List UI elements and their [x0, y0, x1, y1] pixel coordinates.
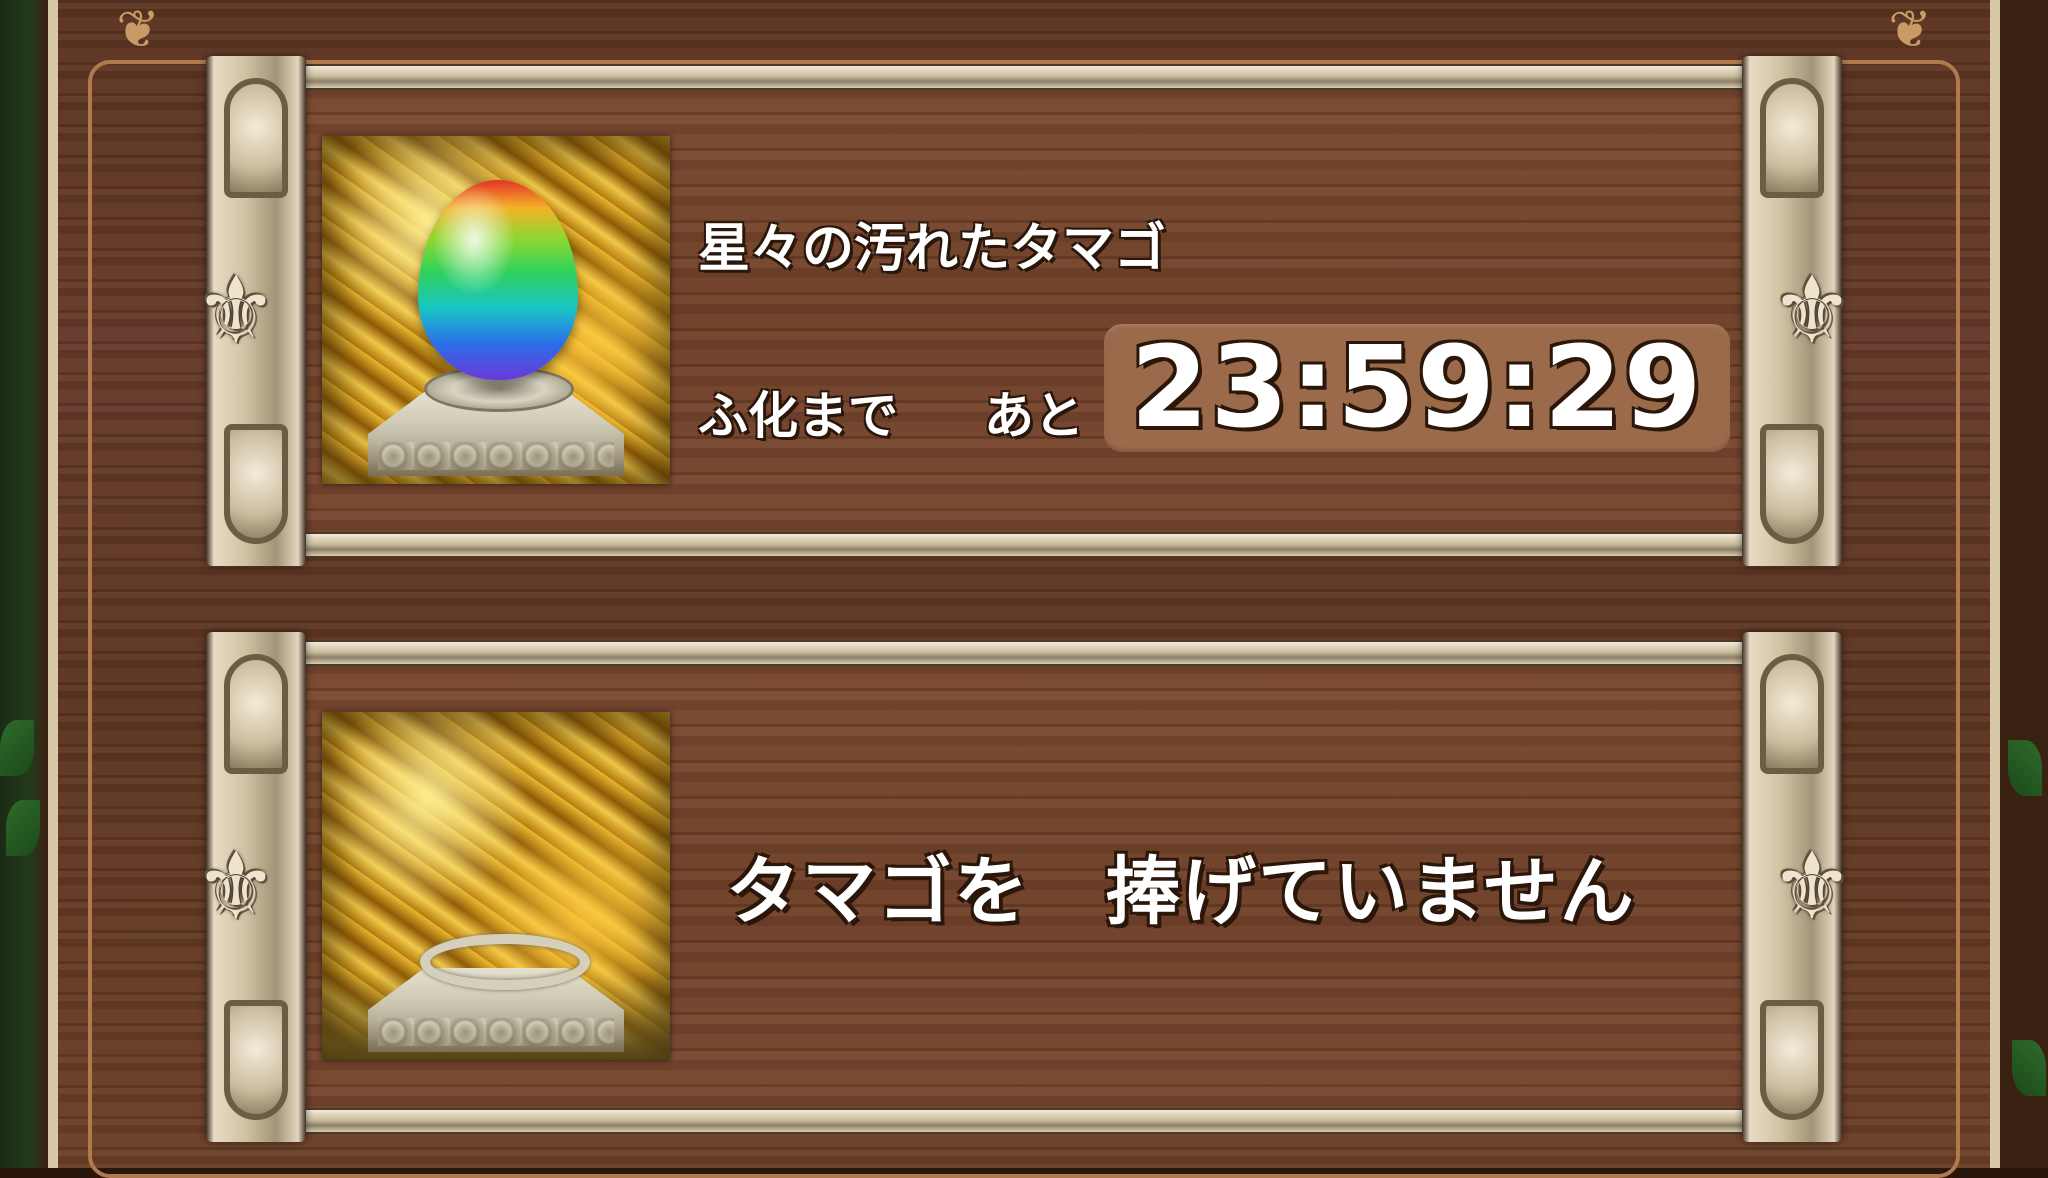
remaining-label: あと [984, 387, 1084, 445]
hatch-timer: 23:59:29 [1130, 323, 1704, 453]
frame-rail-top [286, 64, 1762, 90]
leaf-decoration [2012, 1040, 2046, 1096]
egg-name: 星々の汚れたタマゴ [698, 219, 1167, 279]
image-vignette [322, 712, 670, 1060]
frame-rail-top [286, 640, 1762, 666]
fleur-de-lis-icon: ⚜ [1770, 833, 1854, 940]
leaf-decoration [2008, 740, 2042, 796]
scroll-ornament-icon [224, 78, 288, 198]
frame-pillar-left: ⚜ [195, 56, 306, 566]
scroll-ornament-icon [1760, 654, 1824, 774]
frame-pillar-left: ⚜ [195, 632, 306, 1142]
rainbow-egg-image [322, 136, 670, 484]
egg-slot-incubating[interactable]: ⚜ ⚜ 星々の汚れたタマゴ ふ化まで あと 23:59:29 [195, 56, 1853, 566]
leaf-decoration [6, 800, 40, 856]
frame-pillar-right: ⚜ [1742, 632, 1853, 1142]
fleur-de-lis-icon: ⚜ [194, 257, 278, 364]
image-vignette [322, 136, 670, 484]
scroll-ornament-icon [1760, 424, 1824, 544]
frame-pillar-right: ⚜ [1742, 56, 1853, 566]
fleur-de-lis-icon: ⚜ [1770, 257, 1854, 364]
egg-slot-empty[interactable]: ⚜ ⚜ タマゴを 捧げていません [195, 632, 1853, 1142]
scroll-ornament-icon [1760, 78, 1824, 198]
hatch-label: ふ化まで [698, 387, 898, 445]
corner-ornament-icon: ❦ [1888, 0, 1932, 60]
frame-rail-bottom [286, 532, 1762, 558]
scroll-ornament-icon [224, 1000, 288, 1120]
empty-nest-image [322, 712, 670, 1060]
game-screen: ❦ ❦ ⚜ ⚜ 星々の汚れたタマゴ ふ化まで あと 23:59:29 ⚜ ⚜ タ… [0, 0, 2048, 1178]
frame-rail-bottom [286, 1108, 1762, 1134]
no-egg-message: タマゴを 捧げていません [726, 849, 1636, 935]
scroll-ornament-icon [224, 654, 288, 774]
scroll-ornament-icon [224, 424, 288, 544]
leaf-decoration [0, 720, 34, 776]
fleur-de-lis-icon: ⚜ [194, 833, 278, 940]
corner-ornament-icon: ❦ [116, 0, 160, 60]
scroll-ornament-icon [1760, 1000, 1824, 1120]
hatch-timer-box: 23:59:29 [1104, 324, 1730, 452]
